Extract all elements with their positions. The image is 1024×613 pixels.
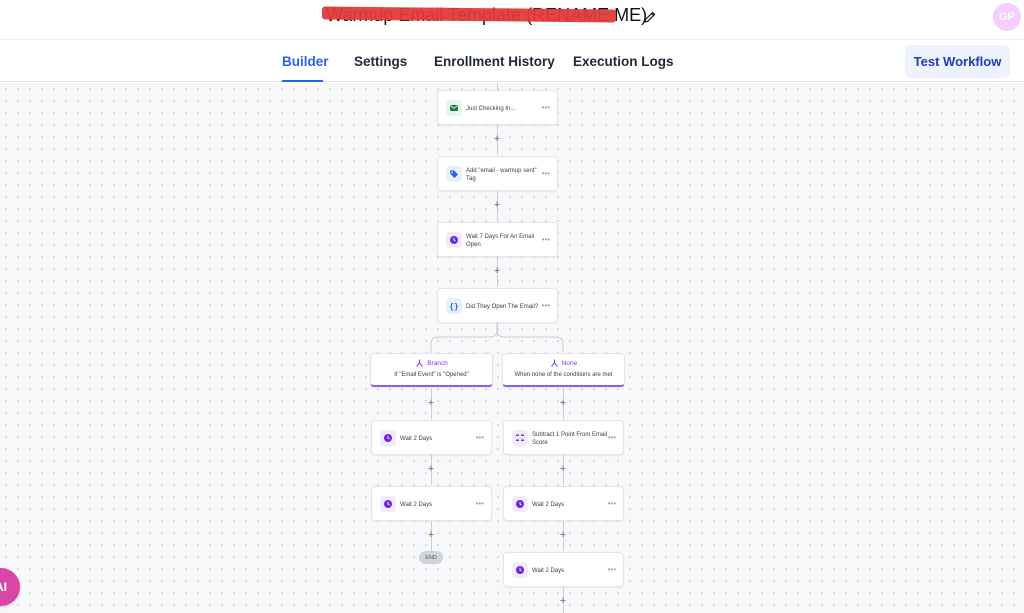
workflow-node-wait[interactable]: Wait 2 Days ••• (371, 420, 492, 455)
node-menu-button[interactable]: ••• (608, 433, 616, 442)
edit-title-button[interactable] (640, 7, 660, 27)
node-label: Wait 2 Days (532, 568, 565, 574)
code-braces-icon: {} (446, 298, 462, 314)
user-avatar[interactable]: GP (993, 3, 1021, 31)
branch-card-none[interactable]: None When none of the conditions are met (502, 353, 625, 387)
add-step-button[interactable]: + (425, 529, 437, 541)
tag-icon (446, 166, 462, 182)
score-icon (512, 430, 528, 446)
node-label: Did They Open The Email? (466, 304, 539, 310)
add-step-button[interactable]: + (491, 199, 503, 211)
node-menu-button[interactable]: ••• (542, 103, 550, 112)
node-menu-button[interactable]: ••• (476, 433, 484, 442)
add-step-button[interactable]: + (557, 463, 569, 475)
branch-title: None (561, 360, 578, 367)
node-label: Add "email - warmup sent" Tag (466, 168, 537, 182)
workflow-node-wait-for-open[interactable]: Wait 7 Days For An Email Open ••• (437, 222, 558, 257)
clock-icon (380, 496, 396, 512)
node-menu-button[interactable]: ••• (542, 169, 550, 178)
branch-header: None (503, 359, 624, 368)
workflow-node-wait[interactable]: Wait 2 Days ••• (503, 552, 624, 587)
branch-icon (416, 359, 423, 367)
add-step-button[interactable]: + (491, 133, 503, 145)
branch-card-opened[interactable]: Branch If "Email Event" is "Opened" (370, 353, 493, 387)
add-step-button[interactable]: + (425, 463, 437, 475)
node-menu-button[interactable]: ••• (608, 499, 616, 508)
end-marker: END (419, 551, 443, 564)
node-menu-button[interactable]: ••• (476, 499, 484, 508)
tab-builder[interactable]: Builder (282, 54, 329, 69)
branch-condition: When none of the conditions are met (514, 372, 613, 378)
branch-condition: If "Email Event" is "Opened" (394, 372, 469, 378)
node-label: Wait 2 Days (400, 436, 433, 442)
node-label: Subtract 1 Point From Email Score (532, 432, 608, 446)
add-step-button[interactable]: + (557, 595, 569, 607)
tab-bar: Builder Settings Enrollment History Exec… (0, 41, 1024, 82)
pencil-icon (644, 11, 656, 23)
workflow-node-condition[interactable]: {} Did They Open The Email? ••• (437, 288, 558, 323)
workflow-node-email[interactable]: Just Checking In... ••• (437, 90, 558, 125)
branch-split-connector (430, 322, 564, 354)
clock-icon (446, 232, 462, 248)
node-menu-button[interactable]: ••• (542, 235, 550, 244)
add-step-button[interactable]: + (425, 397, 437, 409)
title-bar: Warmup Email Template (RENAME ME) GP (0, 0, 1024, 40)
node-menu-button[interactable]: ••• (542, 301, 550, 310)
test-workflow-button[interactable]: Test Workflow (905, 45, 1010, 78)
tab-settings[interactable]: Settings (354, 54, 407, 69)
node-menu-button[interactable]: ••• (608, 565, 616, 574)
workflow-node-wait[interactable]: Wait 2 Days ••• (503, 486, 624, 521)
add-step-button[interactable]: + (491, 265, 503, 277)
email-icon (446, 100, 462, 116)
tab-enrollment-history[interactable]: Enrollment History (434, 54, 555, 69)
add-step-button[interactable]: + (557, 397, 569, 409)
workflow-node-add-tag[interactable]: Add "email - warmup sent" Tag ••• (437, 156, 558, 191)
branch-title: Branch (427, 360, 448, 367)
branch-header: Branch (371, 359, 492, 368)
clock-icon (380, 430, 396, 446)
workflow-node-wait[interactable]: Wait 2 Days ••• (371, 486, 492, 521)
add-step-button[interactable]: + (557, 529, 569, 541)
branch-icon (551, 359, 558, 367)
clock-icon (512, 562, 528, 578)
node-label: Wait 2 Days (400, 502, 433, 508)
active-tab-indicator (282, 80, 323, 82)
tab-execution-logs[interactable]: Execution Logs (573, 54, 674, 69)
workflow-canvas[interactable]: + + + + + + + + + + Just Checking In... … (0, 83, 1024, 613)
clock-icon (512, 496, 528, 512)
node-label: Just Checking In... (466, 106, 516, 112)
node-label: Wait 7 Days For An Email Open (466, 234, 535, 248)
workflow-node-score[interactable]: Subtract 1 Point From Email Score ••• (503, 420, 624, 455)
node-label: Wait 2 Days (532, 502, 565, 508)
